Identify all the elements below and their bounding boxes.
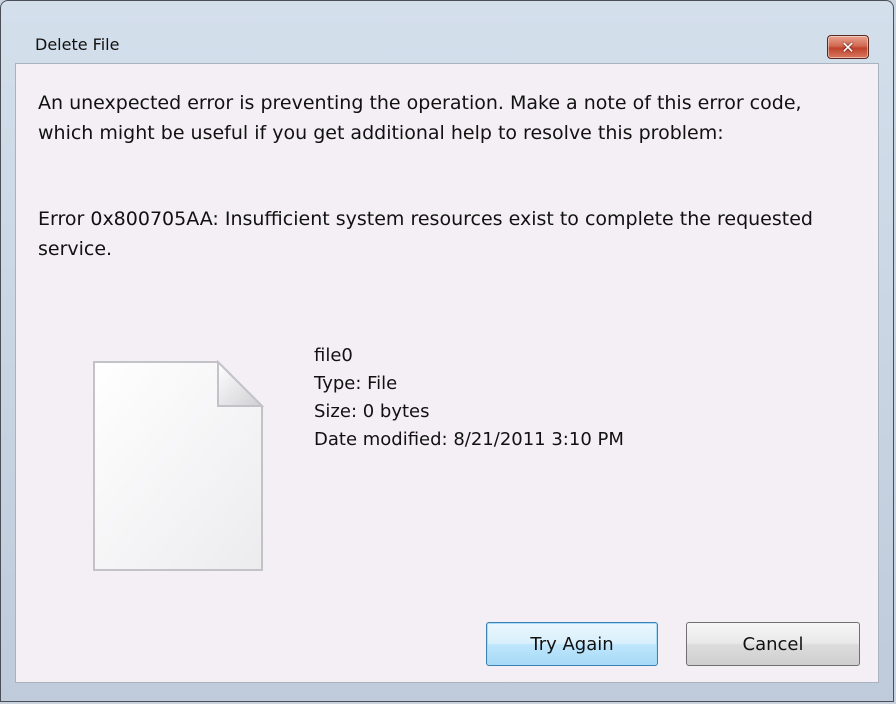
file-size: Size: 0 bytes [314,401,430,422]
close-button[interactable]: ✕ [827,35,869,59]
error-description: An unexpected error is preventing the op… [38,92,802,144]
try-again-button[interactable]: Try Again [486,622,658,666]
dialog-title: Delete File [35,35,120,54]
file-type: Type: File [314,373,398,394]
dialog-body: An unexpected error is preventing the op… [15,63,879,683]
file-date-modified: Date modified: 8/21/2011 3:10 PM [314,429,624,450]
file-details: file0 Type: File Size: 0 bytes Date modi… [314,342,624,454]
title-bar[interactable] [1,1,893,33]
blank-file-icon [93,359,264,571]
cancel-button[interactable]: Cancel [686,622,860,666]
error-dialog: Delete File ✕ An unexpected error is pre… [0,0,894,702]
error-code-message: Error 0x800705AA: Insufficient system re… [38,208,813,260]
file-name: file0 [314,345,353,366]
close-icon: ✕ [841,37,855,57]
